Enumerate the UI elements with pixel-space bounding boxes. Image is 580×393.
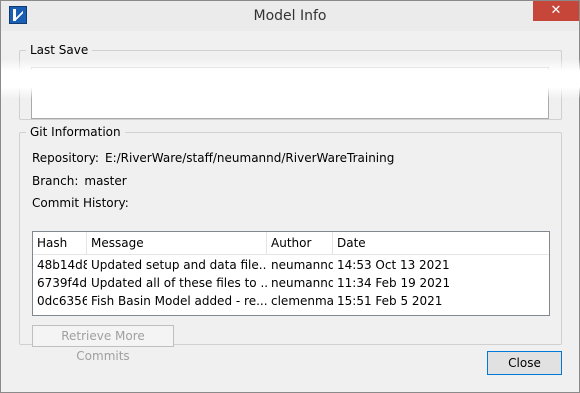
cell-author: neumannd bbox=[271, 258, 333, 272]
retrieve-more-commits-button[interactable]: Retrieve More Commits bbox=[32, 325, 174, 363]
cell-hash: 48b14d8 bbox=[37, 258, 87, 272]
branch-value: master bbox=[84, 174, 127, 188]
cell-author: clemenma bbox=[271, 294, 333, 308]
column-header-message[interactable]: Message bbox=[87, 232, 267, 254]
cell-message: Updated all of these files to ... bbox=[91, 276, 267, 290]
close-icon[interactable]: ✕ bbox=[533, 1, 579, 21]
cell-date: 15:51 Feb 5 2021 bbox=[337, 294, 443, 308]
model-info-dialog: Model Info ✕ Last Save Git Information R… bbox=[0, 0, 580, 393]
commit-history-label: Commit History: bbox=[32, 196, 129, 210]
cell-hash: 0dc6356 bbox=[37, 294, 87, 308]
cell-message: Updated setup and data file... bbox=[91, 258, 267, 272]
commit-history-table[interactable]: Hash Message Author Date 48b14d8 Updated… bbox=[32, 231, 550, 316]
column-header-date[interactable]: Date bbox=[333, 232, 549, 254]
cell-hash: 6739f4d bbox=[37, 276, 87, 290]
git-information-legend: Git Information bbox=[30, 125, 121, 139]
cell-date: 14:53 Oct 13 2021 bbox=[337, 258, 450, 272]
column-header-author[interactable]: Author bbox=[267, 232, 333, 254]
branch-label: Branch: bbox=[32, 174, 79, 188]
repository-line: Repository: E:/RiverWare/staff/neumannd/R… bbox=[32, 151, 394, 165]
repository-label: Repository: bbox=[32, 151, 99, 165]
repository-value: E:/RiverWare/staff/neumannd/RiverWareTra… bbox=[104, 151, 395, 165]
table-header: Hash Message Author Date bbox=[33, 232, 549, 255]
title-bar[interactable]: Model Info ✕ bbox=[1, 1, 579, 31]
table-row[interactable]: 0dc6356 Fish Basin Model added - re... c… bbox=[33, 292, 549, 310]
branch-line: Branch: master bbox=[32, 174, 127, 188]
cell-author: neumannd bbox=[271, 276, 333, 290]
close-button[interactable]: Close bbox=[487, 351, 562, 375]
redaction-band bbox=[1, 59, 580, 99]
cell-message: Fish Basin Model added - re... bbox=[91, 294, 267, 308]
table-row[interactable]: 48b14d8 Updated setup and data file... n… bbox=[33, 256, 549, 274]
column-header-hash[interactable]: Hash bbox=[33, 232, 87, 254]
last-save-legend: Last Save bbox=[30, 43, 89, 57]
table-row[interactable]: 6739f4d Updated all of these files to ..… bbox=[33, 274, 549, 292]
cell-date: 11:34 Feb 19 2021 bbox=[337, 276, 451, 290]
git-information-group: Git Information Repository: E:/RiverWare/… bbox=[19, 125, 562, 363]
window-title: Model Info bbox=[253, 8, 327, 24]
